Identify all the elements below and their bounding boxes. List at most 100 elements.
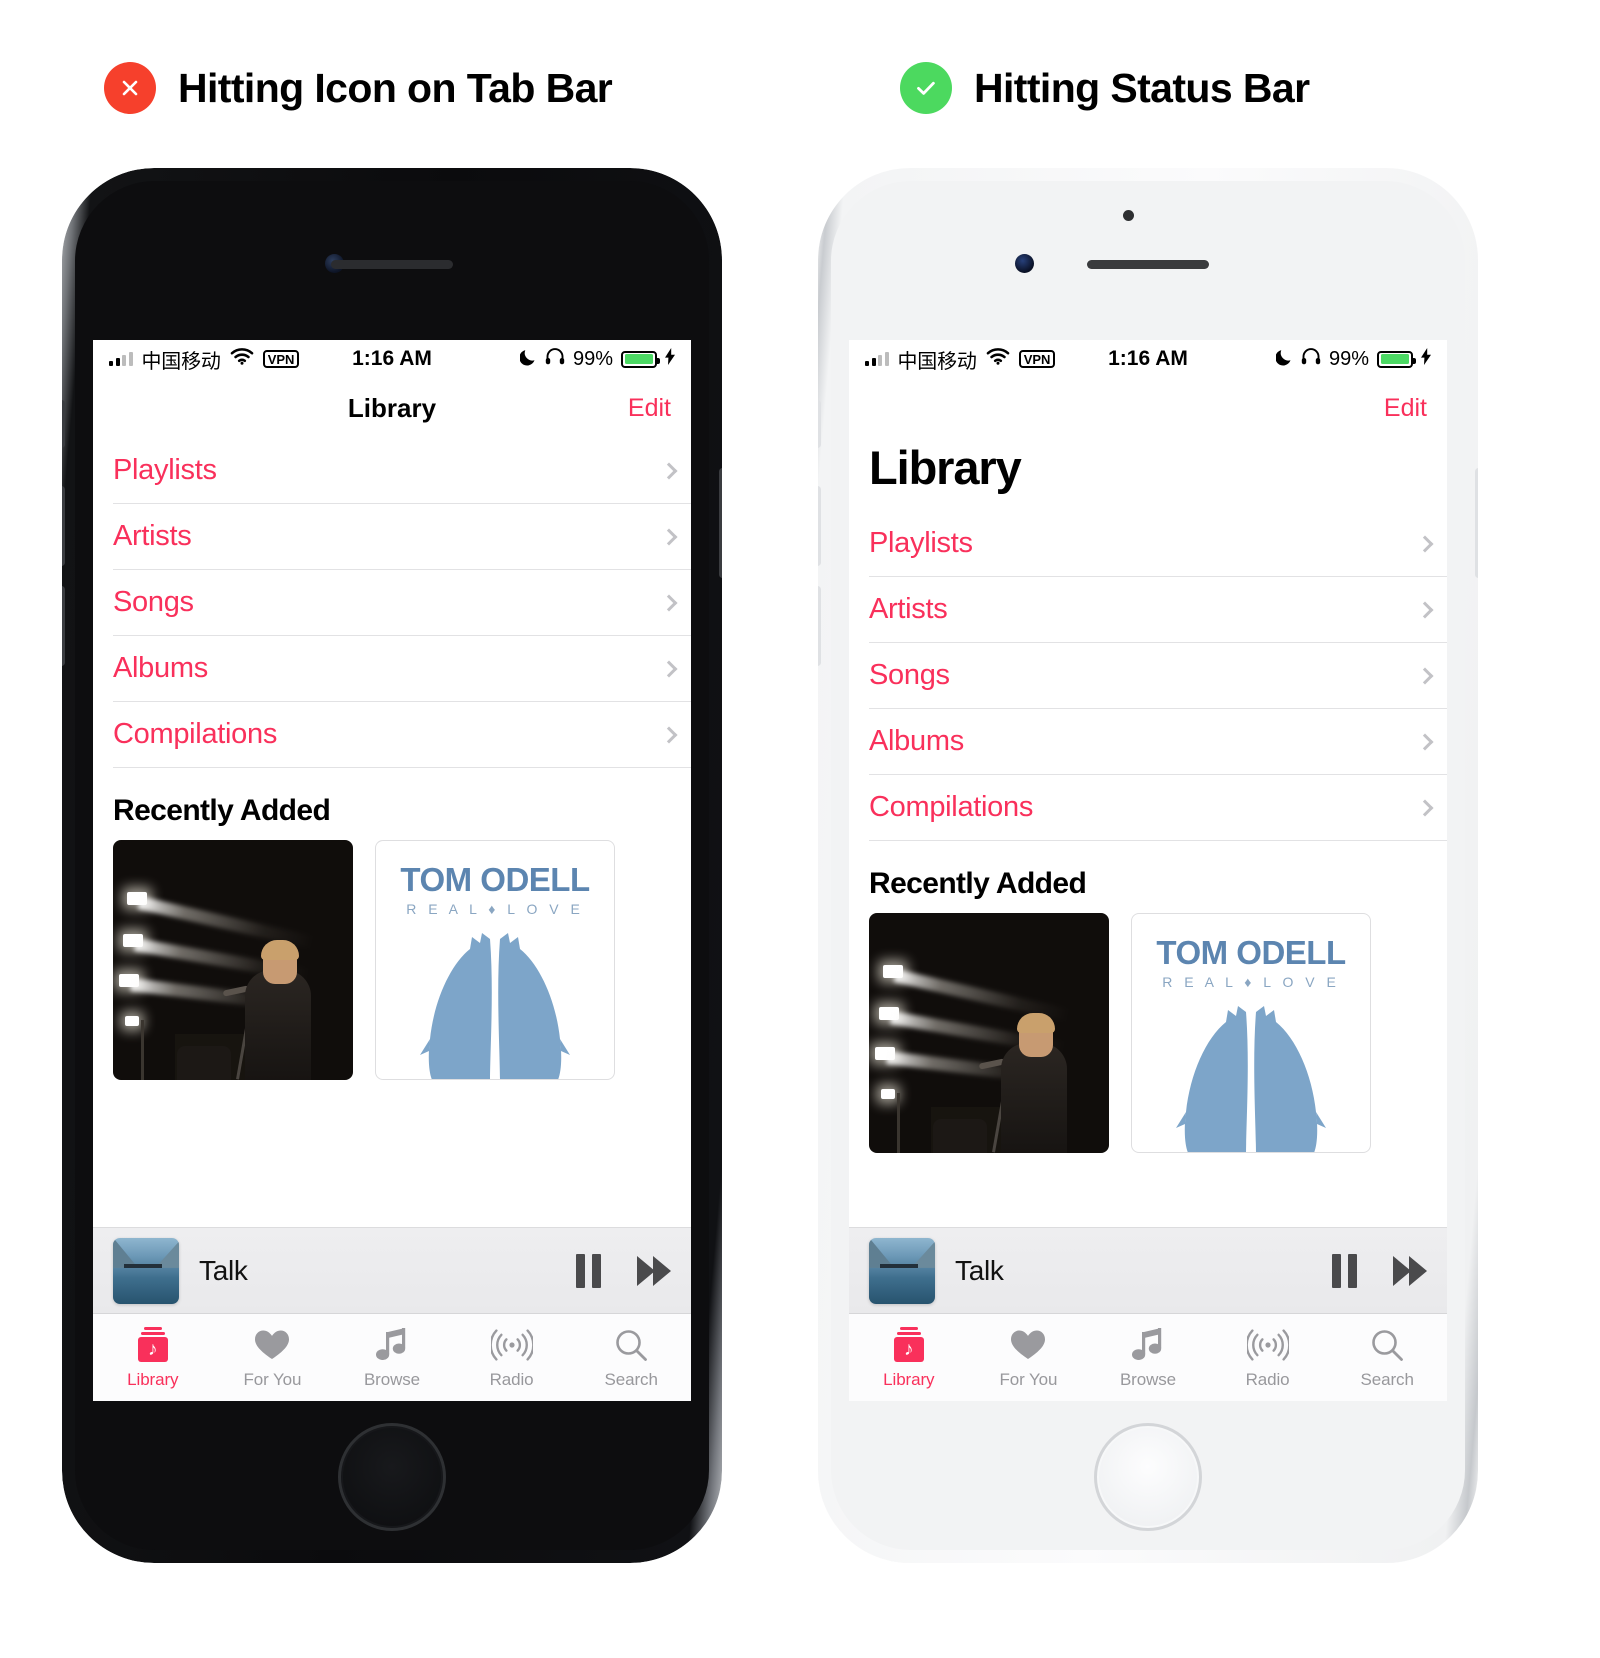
list-item[interactable]: Artists	[113, 504, 691, 570]
now-playing-artwork[interactable]	[113, 1237, 179, 1304]
tab-browse-label: Browse	[363, 1370, 421, 1389]
chevron-right-icon	[1416, 535, 1434, 552]
caption-left-text: Hitting Icon on Tab Bar	[178, 64, 613, 111]
list-item[interactable]: Songs	[113, 570, 691, 636]
cellular-bars-icon	[109, 352, 133, 366]
lightning-bolt-icon	[1421, 347, 1431, 371]
album-subtitle-text: R E A L ♦ L O V E	[406, 901, 584, 917]
pause-icon[interactable]	[576, 1253, 601, 1288]
wifi-icon	[230, 347, 254, 371]
status-bar-left: 中国移动 VPN	[865, 345, 1056, 374]
earpiece-speaker	[331, 260, 453, 269]
volume-up-button[interactable]	[818, 486, 821, 566]
page-title-large: Library	[869, 441, 1022, 494]
battery-icon	[621, 350, 660, 368]
edit-button[interactable]: Edit	[1384, 394, 1427, 423]
power-button[interactable]	[1475, 468, 1478, 578]
edit-button[interactable]: Edit	[628, 394, 671, 423]
album-artwork-concert[interactable]	[869, 913, 1109, 1153]
fast-forward-icon[interactable]	[637, 1255, 671, 1286]
x-circle-icon	[104, 62, 156, 114]
volume-down-button[interactable]	[62, 586, 65, 666]
list-item[interactable]: Playlists	[869, 511, 1447, 577]
list-item-label: Playlists	[113, 454, 217, 486]
wifi-icon	[986, 347, 1010, 371]
mute-switch[interactable]	[62, 400, 65, 448]
tab-library[interactable]: ♪ Library	[849, 1314, 969, 1401]
album-subtitle-text: R E A L ♦ L O V E	[1162, 974, 1340, 990]
library-list: Playlists Artists Songs Albums Compilati…	[849, 511, 1447, 841]
mini-player[interactable]: Talk	[93, 1227, 691, 1313]
tab-bar: ♪ Library For You Browse Radio Search	[93, 1313, 691, 1401]
tab-bar: ♪ Library For You Browse Radio Search	[849, 1313, 1447, 1401]
volume-down-button[interactable]	[818, 586, 821, 666]
album-title-text: TOM ODELL	[400, 861, 590, 898]
chevron-right-icon	[1416, 733, 1434, 750]
navigation-bar: Edit	[849, 378, 1447, 438]
fast-forward-icon[interactable]	[1393, 1255, 1427, 1286]
proximity-sensor	[1123, 210, 1134, 221]
music-note-icon	[375, 1325, 408, 1365]
caption-right-text: Hitting Status Bar	[974, 64, 1310, 111]
list-item-label: Albums	[869, 725, 964, 757]
album-title-text: TOM ODELL	[1156, 934, 1346, 971]
tab-radio[interactable]: Radio	[452, 1314, 572, 1401]
list-item[interactable]: Compilations	[113, 702, 691, 768]
tab-radio[interactable]: Radio	[1208, 1314, 1328, 1401]
album-artwork-tom-odell[interactable]: TOM ODELL R E A L ♦ L O V E	[375, 840, 615, 1080]
tab-browse[interactable]: Browse	[332, 1314, 452, 1401]
caption-right: Hitting Status Bar	[900, 62, 1310, 114]
list-item[interactable]: Albums	[869, 709, 1447, 775]
status-bar[interactable]: 中国移动 VPN 1:16 AM 99%	[849, 340, 1447, 378]
tab-for-you[interactable]: For You	[213, 1314, 333, 1401]
navigation-bar: Library Edit	[93, 378, 691, 438]
album-artwork-concert[interactable]	[113, 840, 353, 1080]
list-item[interactable]: Songs	[869, 643, 1447, 709]
headphones-icon	[1301, 347, 1321, 371]
tab-browse[interactable]: Browse	[1088, 1314, 1208, 1401]
list-item-label: Songs	[113, 586, 194, 618]
check-circle-icon	[900, 62, 952, 114]
tab-for-you[interactable]: For You	[969, 1314, 1089, 1401]
mute-switch[interactable]	[818, 400, 821, 448]
status-bar-right: 99%	[519, 347, 675, 372]
battery-icon	[1377, 350, 1416, 368]
list-item[interactable]: Compilations	[869, 775, 1447, 841]
pause-icon[interactable]	[1332, 1253, 1357, 1288]
carrier-name: 中国移动	[897, 350, 977, 373]
mini-player-controls	[1332, 1253, 1427, 1288]
album-artwork-tom-odell[interactable]: TOM ODELL R E A L ♦ L O V E	[1131, 913, 1371, 1153]
lightning-bolt-icon	[665, 347, 675, 371]
screen-left: 中国移动 VPN 1:16 AM 99% Library Edit Playli…	[93, 340, 691, 1401]
list-item-label: Artists	[869, 593, 948, 625]
mini-player[interactable]: Talk	[849, 1227, 1447, 1313]
now-playing-artwork[interactable]	[869, 1237, 935, 1304]
tab-library[interactable]: ♪ Library	[93, 1314, 213, 1401]
radio-waves-icon	[490, 1325, 533, 1365]
tab-search[interactable]: Search	[1327, 1314, 1447, 1401]
power-button[interactable]	[719, 468, 722, 578]
front-camera-icon	[1015, 254, 1034, 273]
tab-for-you-label: For You	[243, 1370, 302, 1389]
volume-up-button[interactable]	[62, 486, 65, 566]
home-button[interactable]	[1094, 1423, 1202, 1531]
headphones-icon	[545, 347, 565, 371]
status-bar[interactable]: 中国移动 VPN 1:16 AM 99%	[93, 340, 691, 378]
radio-waves-icon	[1246, 1325, 1289, 1365]
tab-search[interactable]: Search	[571, 1314, 691, 1401]
screen-right: 中国移动 VPN 1:16 AM 99% Edit Library Playli…	[849, 340, 1447, 1401]
list-item[interactable]: Artists	[869, 577, 1447, 643]
tab-radio-label: Radio	[1245, 1370, 1290, 1389]
list-item[interactable]: Playlists	[113, 438, 691, 504]
chevron-right-icon	[1416, 667, 1434, 684]
library-icon: ♪	[135, 1325, 171, 1365]
list-item[interactable]: Albums	[113, 636, 691, 702]
carrier-name: 中国移动	[141, 350, 221, 373]
battery-percent: 99%	[572, 347, 613, 370]
home-button[interactable]	[338, 1423, 446, 1531]
tab-browse-label: Browse	[1119, 1370, 1177, 1389]
caption-left: Hitting Icon on Tab Bar	[104, 62, 613, 114]
penguin-right-icon	[1240, 1004, 1326, 1152]
chevron-right-icon	[1416, 601, 1434, 618]
penguin-right-icon	[484, 931, 570, 1079]
